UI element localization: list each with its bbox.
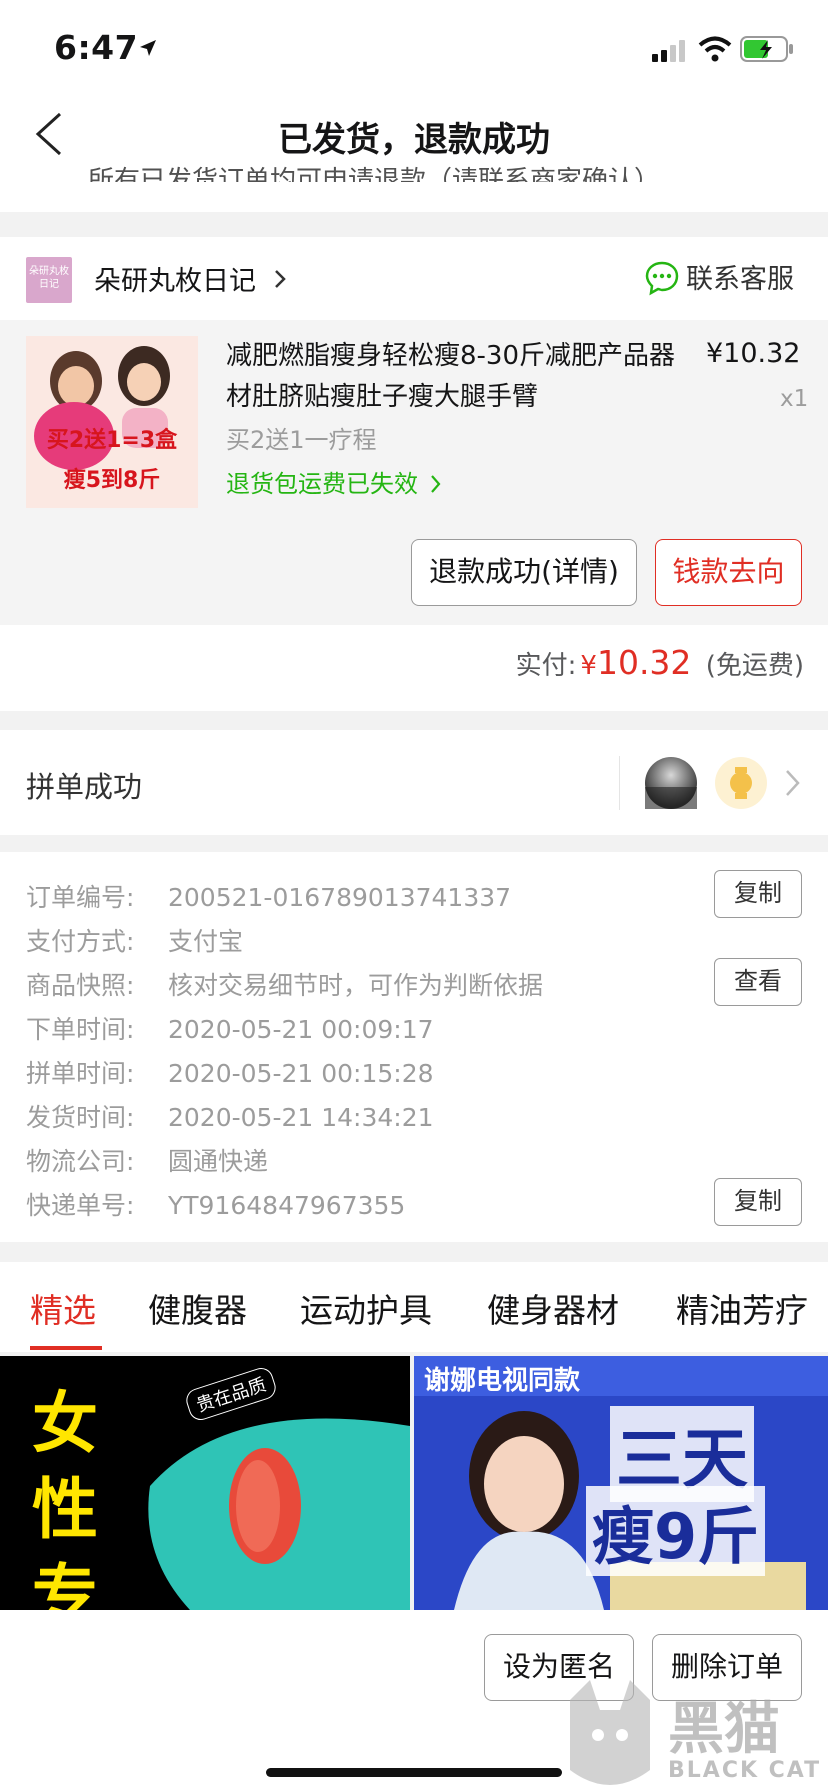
chevron-right-icon [274,270,286,288]
product-badge-2: 瘦5到8斤 [63,468,161,493]
money-flow-button[interactable]: 钱款去向 [655,539,802,606]
payment-row: 实付: ¥10.32 (免运费) [516,643,804,682]
payment-note: (免运费) [705,651,804,681]
location-arrow-icon [140,40,156,56]
ad-text: 专 [32,1557,98,1610]
payment-currency: ¥ [580,651,597,681]
payment-label: 实付: [515,651,577,681]
tracking-row: 快递单号: YT9164847967355 [26,1186,405,1222]
watermark-cn: 黑猫 [668,1697,780,1762]
detail-key: 拼单时间: [26,1059,135,1088]
product-spec: 买2送1一疗程 [226,426,377,454]
group-buy-row[interactable]: 拼单成功 [0,730,828,835]
ship-time: 2020-05-21 14:34:21 [168,1103,434,1132]
payment-amount: 10.32 [596,643,692,682]
ship-time-row: 发货时间: 2020-05-21 14:34:21 [26,1098,434,1134]
logistics-company: 圆通快递 [168,1147,269,1176]
order-details: 订单编号: 200521-016789013741337 支付方式: 支付宝 商品快… [0,852,828,1242]
ad-text: 性 [32,1471,98,1548]
shop-name[interactable]: 朵研丸枚日记 [94,259,287,298]
page-title: 已发货，退款成功 [278,120,550,160]
detail-key: 下单时间: [26,1015,135,1044]
cat-logo-icon [570,1680,650,1785]
chat-bubble-icon [645,261,679,296]
product-thumbnail[interactable]: 买2送1=3盒 瘦5到8斤 [26,336,198,508]
payment-summary: 实付: ¥10.32 (免运费) [0,625,828,711]
group-time: 2020-05-21 00:15:28 [168,1059,434,1088]
black-cat-watermark: 黑猫 BLACK CAT [560,1680,828,1792]
avatar [645,757,697,809]
product-title[interactable]: 减肥燃脂瘦身轻松瘦8-30斤减肥产品器材肚脐贴瘦肚子瘦大腿手臂 [226,336,676,418]
recommend-item-1[interactable]: 女 性 专 贵在品质 [0,1356,410,1610]
signal-icon [652,40,685,62]
product-quantity: x1 [780,386,809,412]
ad-banner: 谢娜电视同款 [424,1366,581,1396]
chevron-right-icon [786,770,800,796]
group-time-row: 拼单时间: 2020-05-21 00:15:28 [26,1054,434,1090]
detail-key: 支付方式: [26,927,135,956]
snapshot-desc: 核对交易细节时，可作为判断依据 [168,971,544,1000]
logistics-row: 物流公司: 圆通快递 [26,1142,268,1178]
product-price: ¥10.32 [706,338,801,369]
ad-text: 女 [32,1385,98,1462]
goods-card[interactable]: 买2送1=3盒 瘦5到8斤 减肥燃脂瘦身轻松瘦8-30斤减肥产品器材肚脐贴瘦肚子… [0,320,828,625]
active-tab-indicator [30,1346,102,1350]
divider [619,756,620,810]
return-shipping-text: 退货包运费已失效 [226,470,418,498]
detail-key: 商品快照: [26,971,135,1000]
chevron-right-icon [430,475,441,493]
home-indicator [266,1768,562,1777]
shop-bar[interactable]: 朵研丸枚日记 朵研丸枚日记 联系客服 [0,237,828,320]
watermark-en: BLACK CAT [668,1758,822,1783]
payment-method: 支付宝 [168,927,244,956]
status-bar: 6:47 [0,0,828,92]
return-shipping-link[interactable]: 退货包运费已失效 [226,464,442,499]
navigation-bar: 已发货，退款成功 [0,92,828,212]
order-time-row: 下单时间: 2020-05-21 00:09:17 [26,1010,434,1046]
detail-key: 订单编号: [26,883,135,912]
clipped-notice: 所有已发货订单均可申请退款（请联系商家确认） [88,166,661,182]
ad-text: 瘦9斤 [586,1486,766,1576]
detail-key: 物流公司: [26,1147,135,1176]
order-time: 2020-05-21 00:09:17 [168,1015,434,1044]
detail-key: 快递单号: [26,1191,135,1220]
group-buy-label: 拼单成功 [26,770,143,804]
refund-detail-button[interactable]: 退款成功(详情) [411,539,637,606]
wifi-icon [698,36,732,62]
copy-tracking-button[interactable]: 复制 [714,1178,802,1226]
order-number-row: 订单编号: 200521-016789013741337 [26,878,511,914]
tab-ab-trainer[interactable]: 健腹器 [148,1284,247,1332]
snapshot-row: 商品快照: 核对交易细节时，可作为判断依据 [26,966,543,1002]
tab-sports-gear[interactable]: 运动护具 [300,1284,432,1332]
status-time: 6:47 [54,28,139,67]
contact-service-button[interactable]: 联系客服 [644,257,794,296]
detail-key: 发货时间: [26,1103,135,1132]
order-number: 200521-016789013741337 [168,883,512,912]
tab-essential-oils[interactable]: 精油芳疗 [676,1284,808,1332]
avatar [715,757,767,809]
copy-order-number-button[interactable]: 复制 [714,870,802,918]
payment-method-row: 支付方式: 支付宝 [26,922,243,958]
shop-name-text: 朵研丸枚日记 [94,266,256,297]
shop-logo: 朵研丸枚日记 [26,257,72,303]
view-snapshot-button[interactable]: 查看 [714,958,802,1006]
product-badge-1: 买2送1=3盒 [46,428,178,453]
contact-service-label: 联系客服 [686,264,794,295]
tracking-number: YT9164847967355 [168,1191,406,1220]
recommend-item-2[interactable]: 谢娜电视同款 三天 瘦9斤 [414,1356,828,1610]
recommend-tabs: 精选 健腹器 运动护具 健身器材 精油芳疗 [0,1262,828,1352]
tab-fitness-equipment[interactable]: 健身器材 [487,1284,619,1332]
tab-featured[interactable]: 精选 [30,1284,96,1332]
battery-icon [740,36,793,62]
